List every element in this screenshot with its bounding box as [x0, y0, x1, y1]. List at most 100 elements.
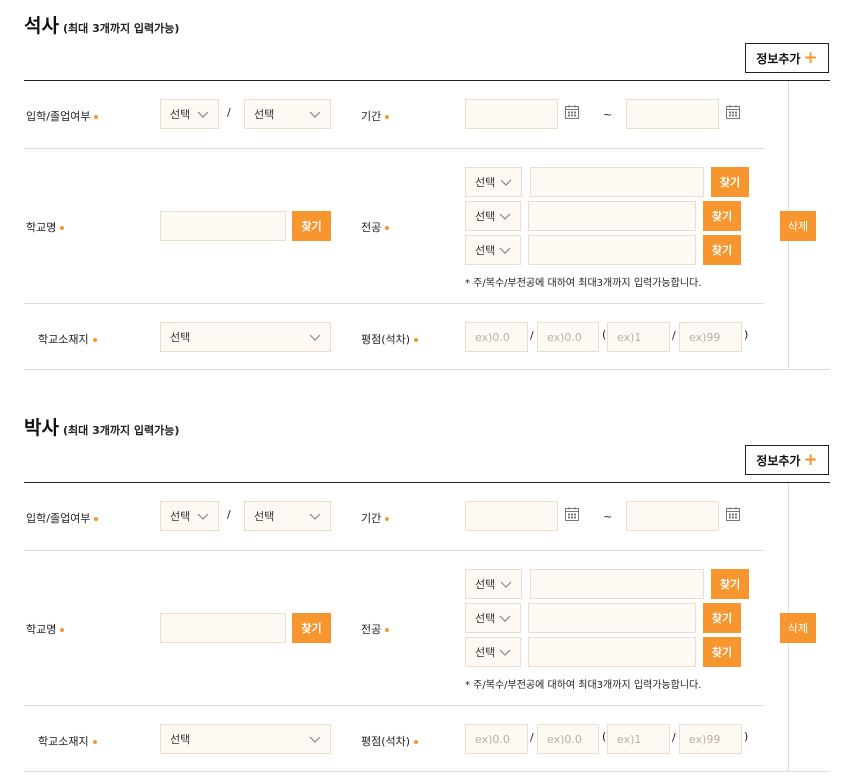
major-name-input-2[interactable] — [528, 603, 696, 633]
required-dot — [414, 338, 419, 342]
chevron-down-icon — [309, 736, 321, 743]
enrollment-slash: / — [227, 508, 231, 521]
gpa-label: 평점(석차) — [361, 733, 419, 749]
period-tilde: ~ — [603, 510, 613, 523]
major-type-select-2[interactable]: 선택 — [465, 603, 521, 633]
rank-input[interactable]: ex)1 — [607, 724, 670, 754]
plus-icon: + — [803, 449, 818, 470]
required-dot — [60, 628, 65, 632]
major-name-input-3[interactable] — [528, 235, 696, 265]
required-dot — [94, 517, 99, 521]
rank-total-input[interactable]: ex)99 — [679, 724, 742, 754]
gpa-score-input[interactable]: ex)0.0 — [465, 724, 528, 754]
major-search-button-3[interactable]: 찾기 — [703, 235, 741, 265]
period-end-input[interactable] — [626, 99, 719, 129]
chevron-down-icon — [500, 179, 512, 186]
location-label: 학교소재지 — [38, 733, 97, 749]
major-name-input-1[interactable] — [530, 569, 704, 599]
gpa-label: 평점(석차) — [361, 331, 419, 347]
chevron-down-icon — [309, 334, 321, 341]
major-type-select-2[interactable]: 선택 — [465, 201, 521, 231]
gpa-slash-1: / — [530, 329, 534, 342]
add-info-button[interactable]: 정보추가 + — [745, 445, 829, 475]
calendar-icon[interactable] — [564, 506, 580, 522]
period-start-input[interactable] — [465, 501, 558, 531]
education-table: 입학/졸업여부 선택 / 선택 기간 ~ 학교명 찾기 전공 선택 찾기 선택 … — [24, 80, 830, 370]
major-search-button-2[interactable]: 찾기 — [703, 201, 741, 231]
delete-button[interactable]: 삭제 — [780, 211, 816, 241]
section-title: 석사 (최대 3개까지 입력가능) — [24, 11, 179, 38]
major-name-input-2[interactable] — [528, 201, 696, 231]
major-note: * 주/복수/부전공에 대하여 최대3개까지 입력가능합니다. — [465, 680, 702, 691]
gpa-open-paren: ( — [602, 730, 607, 743]
period-tilde: ~ — [603, 108, 613, 121]
major-type-select-1[interactable]: 선택 — [465, 569, 522, 599]
school-search-button[interactable]: 찾기 — [292, 211, 331, 241]
gpa-slash-1: / — [530, 731, 534, 744]
major-name-input-3[interactable] — [528, 637, 696, 667]
gpa-score-input[interactable]: ex)0.0 — [465, 322, 528, 352]
major-name-input-1[interactable] — [530, 167, 704, 197]
period-end-input[interactable] — [626, 501, 719, 531]
school-name-input[interactable] — [160, 613, 286, 643]
required-dot — [385, 517, 390, 521]
school-search-button[interactable]: 찾기 — [292, 613, 331, 643]
gpa-max-input[interactable]: ex)0.0 — [537, 724, 599, 754]
period-start-input[interactable] — [465, 99, 558, 129]
required-dot — [414, 740, 419, 744]
gpa-close-paren: ) — [744, 730, 749, 743]
major-type-select-1[interactable]: 선택 — [465, 167, 522, 197]
add-info-button[interactable]: 정보추가 + — [745, 43, 829, 73]
calendar-icon[interactable] — [725, 506, 741, 522]
location-label: 학교소재지 — [38, 331, 97, 347]
rank-total-input[interactable]: ex)99 — [679, 322, 742, 352]
education-table: 입학/졸업여부 선택 / 선택 기간 ~ 학교명 찾기 전공 선택 찾기 선택 … — [24, 482, 830, 772]
major-search-button-1[interactable]: 찾기 — [711, 569, 749, 599]
add-info-label: 정보추가 — [756, 453, 801, 468]
required-dot — [92, 740, 97, 744]
chevron-down-icon — [500, 581, 512, 588]
add-info-label: 정보추가 — [756, 51, 801, 66]
major-search-button-3[interactable]: 찾기 — [703, 637, 741, 667]
row-divider — [24, 148, 764, 149]
major-search-button-1[interactable]: 찾기 — [711, 167, 749, 197]
row-divider — [24, 705, 764, 706]
enrollment-select-1[interactable]: 선택 — [160, 99, 219, 129]
school-label: 학교명 — [26, 621, 65, 637]
major-search-button-2[interactable]: 찾기 — [703, 603, 741, 633]
chevron-down-icon — [499, 247, 511, 254]
calendar-icon[interactable] — [564, 104, 580, 120]
masters-section: 석사 (최대 3개까지 입력가능) 정보추가 + 입학/졸업여부 선택 / 선택… — [0, 11, 856, 371]
chevron-down-icon — [197, 111, 209, 118]
enrollment-select-1[interactable]: 선택 — [160, 501, 219, 531]
chevron-down-icon — [499, 213, 511, 220]
location-select[interactable]: 선택 — [160, 322, 331, 352]
major-label: 전공 — [361, 621, 390, 637]
doctorate-section: 박사 (최대 3개까지 입력가능) 정보추가 + 입학/졸업여부 선택 / 선택… — [0, 413, 856, 773]
major-type-select-3[interactable]: 선택 — [465, 637, 521, 667]
rank-input[interactable]: ex)1 — [607, 322, 670, 352]
required-dot — [385, 115, 390, 119]
enrollment-label: 입학/졸업여부 — [26, 108, 99, 124]
section-heading: 석사 — [24, 15, 59, 37]
school-name-input[interactable] — [160, 211, 286, 241]
chevron-down-icon — [499, 649, 511, 656]
required-dot — [385, 628, 390, 632]
required-dot — [60, 226, 65, 230]
enrollment-slash: / — [227, 106, 231, 119]
gpa-max-input[interactable]: ex)0.0 — [537, 322, 599, 352]
required-dot — [92, 338, 97, 342]
school-label: 학교명 — [26, 219, 65, 235]
calendar-icon[interactable] — [725, 104, 741, 120]
delete-button[interactable]: 삭제 — [780, 613, 816, 643]
chevron-down-icon — [309, 513, 321, 520]
row-divider — [24, 550, 764, 551]
enrollment-select-2[interactable]: 선택 — [244, 501, 331, 531]
section-heading: 박사 — [24, 417, 59, 439]
major-type-select-3[interactable]: 선택 — [465, 235, 521, 265]
major-note: * 주/복수/부전공에 대하여 최대3개까지 입력가능합니다. — [465, 278, 702, 289]
enrollment-select-2[interactable]: 선택 — [244, 99, 331, 129]
location-select[interactable]: 선택 — [160, 724, 331, 754]
period-label: 기간 — [361, 108, 390, 124]
gpa-open-paren: ( — [602, 328, 607, 341]
